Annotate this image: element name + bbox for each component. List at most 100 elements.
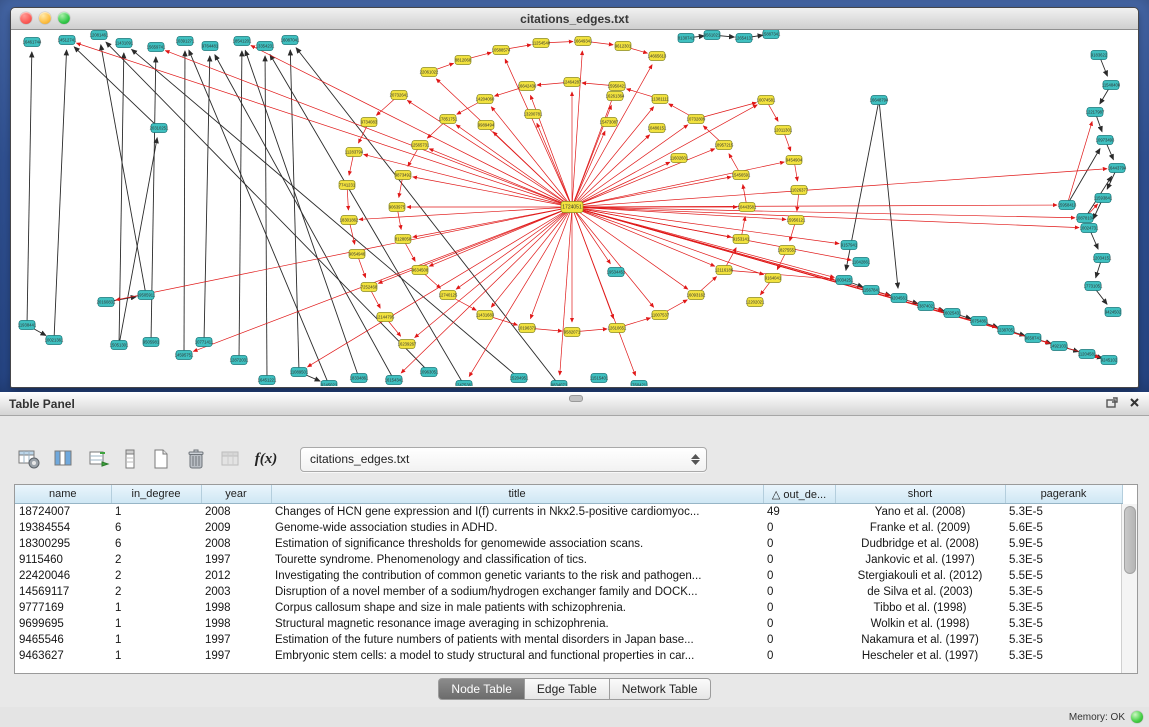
graph-node[interactable]: 14595751: [175, 351, 194, 360]
graph-node[interactable]: 16239267: [398, 340, 417, 349]
graph-node[interactable]: 12202021: [746, 298, 765, 307]
graph-node[interactable]: 9204561: [891, 294, 908, 303]
graph-node[interactable]: 13200781: [524, 110, 543, 119]
tab-node-table[interactable]: Node Table: [438, 678, 525, 700]
graph-node[interactable]: 8128058: [395, 235, 412, 244]
graph-node[interactable]: 10196372: [518, 324, 537, 333]
splitter-handle[interactable]: [569, 395, 583, 402]
graph-node[interactable]: 9989494: [478, 121, 495, 130]
graph-node[interactable]: 13874021: [917, 302, 936, 311]
graph-node[interactable]: 15659741: [147, 43, 166, 52]
graph-node[interactable]: 20732641: [390, 91, 409, 100]
table-row[interactable]: 946362711997Embryonic stem cells: a mode…: [15, 648, 1122, 664]
memory-status-icon[interactable]: [1131, 711, 1143, 723]
edit-table-button[interactable]: [84, 444, 114, 474]
column-header-year[interactable]: year: [201, 485, 271, 504]
graph-node[interactable]: 9063975: [389, 203, 406, 212]
table-row[interactable]: 977716911998Corpus callosum shape and si…: [15, 600, 1122, 616]
graph-node[interactable]: 12654131: [735, 34, 754, 43]
table-row[interactable]: 969969511998Structural magnetic resonanc…: [15, 616, 1122, 632]
graph-node[interactable]: 10074581: [757, 96, 776, 105]
graph-node[interactable]: 16261364: [606, 92, 625, 101]
graph-node[interactable]: 9245021: [321, 381, 338, 387]
graph-node[interactable]: 12011301: [774, 126, 793, 135]
graph-node[interactable]: 11007537: [651, 311, 670, 320]
graph-node[interactable]: 12116186: [715, 266, 734, 275]
graph-node[interactable]: 12217987: [1086, 108, 1105, 117]
graph-node[interactable]: 9054946: [349, 250, 366, 259]
graph-node[interactable]: 10963051: [420, 368, 439, 377]
graph-node[interactable]: 9873492: [395, 171, 412, 180]
close-panel-icon[interactable]: [1129, 395, 1140, 413]
table-row[interactable]: 946554611997Estimation of the future num…: [15, 632, 1122, 648]
graph-node[interactable]: 10771411: [195, 338, 214, 347]
graph-node[interactable]: 9764481: [202, 42, 219, 51]
column-header-name[interactable]: name: [15, 485, 111, 504]
graph-node[interactable]: 11381111: [651, 95, 669, 104]
column-header-short[interactable]: short: [835, 485, 1005, 504]
graph-node[interactable]: 11548408: [1102, 81, 1121, 90]
graph-node[interactable]: 8130741: [678, 34, 695, 43]
graph-node[interactable]: 15950421: [608, 82, 627, 91]
graph-node[interactable]: 20310251: [150, 124, 169, 133]
column-header-title[interactable]: title: [271, 485, 763, 504]
graph-node[interactable]: 9561021: [704, 31, 721, 40]
graph-node[interactable]: 15958413: [1058, 201, 1077, 210]
graph-node[interactable]: 14921031: [1050, 342, 1069, 351]
graph-node[interactable]: 12475361: [455, 381, 474, 387]
graph-node[interactable]: 9582071: [564, 328, 581, 337]
graph-node[interactable]: 11515401: [590, 374, 609, 383]
table-row[interactable]: 2242004622012Investigating the contribut…: [15, 568, 1122, 584]
graph-node[interactable]: 11204581: [1078, 350, 1097, 359]
graph-node[interactable]: 17851751: [439, 115, 458, 124]
graph-node[interactable]: 9634508: [412, 266, 429, 275]
column-header-out_degree[interactable]: △ out_de...: [763, 485, 835, 504]
new-file-button[interactable]: [146, 444, 176, 474]
table-panel-header[interactable]: Table Panel: [0, 392, 1149, 416]
graph-node[interactable]: 12144795: [376, 313, 395, 322]
graph-node[interactable]: 18334861: [350, 374, 369, 383]
graph-node[interactable]: 16461744: [23, 38, 42, 47]
table-row[interactable]: 1872400712008Changes of HCN gene express…: [15, 504, 1122, 521]
graph-node[interactable]: 11431683: [476, 311, 495, 320]
graph-node[interactable]: 14512741: [58, 36, 77, 45]
graph-node[interactable]: 9734083: [361, 118, 378, 127]
graph-node[interactable]: 16649341: [574, 37, 593, 46]
graph-node[interactable]: 14665613: [648, 52, 667, 61]
delete-trash-button[interactable]: [181, 444, 211, 474]
graph-node[interactable]: 19534451: [607, 268, 626, 277]
graph-node[interactable]: 15473087: [600, 118, 619, 127]
import-table-button[interactable]: [216, 444, 246, 474]
graph-node[interactable]: 12464287: [563, 78, 582, 87]
scrollbar-thumb[interactable]: [1124, 506, 1136, 574]
graph-node[interactable]: 11602601: [670, 154, 689, 163]
table-row[interactable]: 1456911722003Disruption of a novel membe…: [15, 584, 1122, 600]
column-selector-button[interactable]: [119, 444, 141, 474]
graph-node[interactable]: 16451221: [258, 376, 277, 385]
graph-node[interactable]: 12387051: [997, 326, 1016, 335]
table-row[interactable]: 1830029562008Estimation of significance …: [15, 536, 1122, 552]
graph-node[interactable]: 9424502: [1105, 308, 1122, 317]
graph-node[interactable]: 1724051: [561, 202, 583, 213]
graph-node[interactable]: 16025431: [943, 309, 962, 318]
graph-node[interactable]: 12565731: [411, 141, 430, 150]
minimize-window-icon[interactable]: [39, 12, 51, 24]
graph-node[interactable]: 10486151: [648, 124, 667, 133]
graph-node[interactable]: 9153141: [733, 235, 750, 244]
graph-node[interactable]: 11938441: [18, 321, 37, 330]
graph-node[interactable]: 16154341: [385, 376, 404, 385]
graph-node[interactable]: 11042861: [852, 258, 871, 267]
graph-node[interactable]: 12081461: [90, 31, 109, 40]
graph-node[interactable]: 10443581: [738, 203, 757, 212]
graph-node[interactable]: 10973493: [1096, 136, 1115, 145]
graph-node[interactable]: 16648794: [870, 96, 889, 105]
graph-node[interactable]: 14204060: [476, 95, 495, 104]
graph-node[interactable]: 19505911: [137, 291, 156, 300]
graph-node[interactable]: 7252468: [361, 283, 378, 292]
graph-node[interactable]: 9505981: [143, 338, 160, 347]
graph-node[interactable]: 12034151: [1093, 254, 1112, 263]
graph-node[interactable]: 11254540: [532, 39, 551, 48]
graph-node[interactable]: 10021361: [45, 336, 64, 345]
graph-node[interactable]: 9658741: [1025, 334, 1042, 343]
graph-node[interactable]: 12740125: [439, 291, 458, 300]
